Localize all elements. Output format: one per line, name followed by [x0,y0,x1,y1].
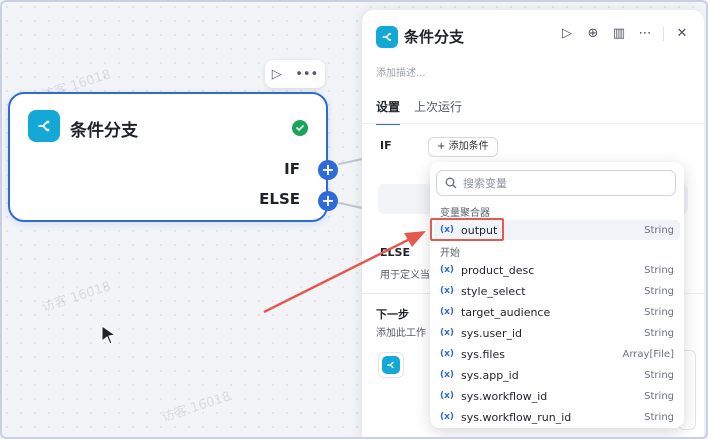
description-input[interactable]: 添加描述... [376,64,426,79]
variable-type: String [644,390,674,402]
more-icon[interactable]: ••• [295,67,318,82]
divider [663,26,664,41]
variable-type: String [644,285,674,297]
add-condition-label: 添加条件 [448,141,489,152]
group-label: 开始 [440,248,460,259]
if-else-node[interactable]: 条件分支 IF + ELSE + [8,92,338,222]
variable-type: String [644,369,674,381]
search-input[interactable] [463,176,663,190]
variable-type: String [644,411,674,423]
add-else-branch-button[interactable]: + [318,191,338,211]
annotation-highlight-box [430,218,504,241]
else-description: 用于定义当 [380,270,430,281]
else-label: ELSE [380,246,410,259]
variable-icon: (x) [440,370,455,380]
variable-type: Array[File] [622,348,674,360]
panel-title: 条件分支 [404,28,465,46]
variable-icon: (x) [440,391,455,401]
variable-icon: (x) [440,328,455,338]
list-item[interactable]: (x) sys.files Array[File] [434,344,680,364]
if-label: IF [380,139,392,152]
variable-icon: (x) [440,349,455,359]
variable-icon: (x) [440,412,455,422]
variable-name: sys.workflow_run_id [461,410,572,424]
group-label: 变量聚合器 [440,208,490,219]
variable-name: sys.user_id [461,326,522,340]
next-step-node[interactable] [378,352,404,378]
next-step-label: 下一步 [376,308,409,321]
help-icon[interactable]: ⊕ [585,26,601,41]
next-step-description: 添加此工作 [376,328,426,339]
variable-icon: (x) [440,307,455,317]
variable-icon: (x) [440,286,455,296]
variable-name: target_audience [461,305,551,319]
plus-icon: + [437,141,446,152]
variable-picker-dropdown: 变量聚合器 (x) output String 开始 (x) product_d… [430,162,684,428]
list-item[interactable]: (x) sys.app_id String [434,365,680,385]
tab-settings[interactable]: 设置 [376,98,401,125]
tabs-divider [362,123,704,124]
watermark: 访客 16018 [40,279,113,316]
variable-type: String [644,264,674,276]
list-item[interactable]: (x) product_desc String [434,260,680,280]
add-condition-button[interactable]: + 添加条件 [428,137,498,157]
list-item[interactable]: (x) sys.user_id String [434,323,680,343]
list-item[interactable]: (x) style_select String [434,281,680,301]
port-label-if: IF [284,160,300,178]
variable-name: product_desc [461,263,535,277]
success-check-icon [292,120,308,136]
mouse-cursor-icon [101,325,117,345]
variable-type: String [644,327,674,339]
variable-name: sys.workflow_id [461,389,548,403]
branch-icon [376,26,398,48]
run-icon[interactable]: ▷ [272,67,282,82]
run-icon[interactable]: ▷ [559,26,575,41]
node-toolbar: ▷ ••• [265,60,325,88]
search-icon [445,177,457,189]
variable-type: String [644,306,674,318]
search-box [436,170,676,196]
panel-tabs: 设置 上次运行 [376,98,462,125]
list-item[interactable]: (x) sys.workflow_id String [434,386,680,406]
branch-icon [28,110,60,142]
list-item[interactable]: (x) target_audience String [434,302,680,322]
branch-icon [382,356,400,374]
tab-last-run[interactable]: 上次运行 [414,98,462,125]
panel-actions: ▷ ⊕ ▥ ⋯ ✕ [559,26,690,41]
port-label-else: ELSE [259,190,300,208]
more-icon[interactable]: ⋯ [637,26,653,41]
variable-name: sys.app_id [461,368,519,382]
variable-icon: (x) [440,265,455,275]
list-item[interactable]: (x) sys.workflow_run_id String [434,407,680,427]
variable-type: String [644,224,674,236]
node-title: 条件分支 [70,121,138,141]
close-icon[interactable]: ✕ [674,26,690,41]
book-icon[interactable]: ▥ [611,26,627,41]
variable-name: sys.files [461,347,505,361]
variable-name: style_select [461,284,526,298]
add-if-branch-button[interactable]: + [318,160,338,180]
watermark: 访客 16018 [160,389,233,426]
